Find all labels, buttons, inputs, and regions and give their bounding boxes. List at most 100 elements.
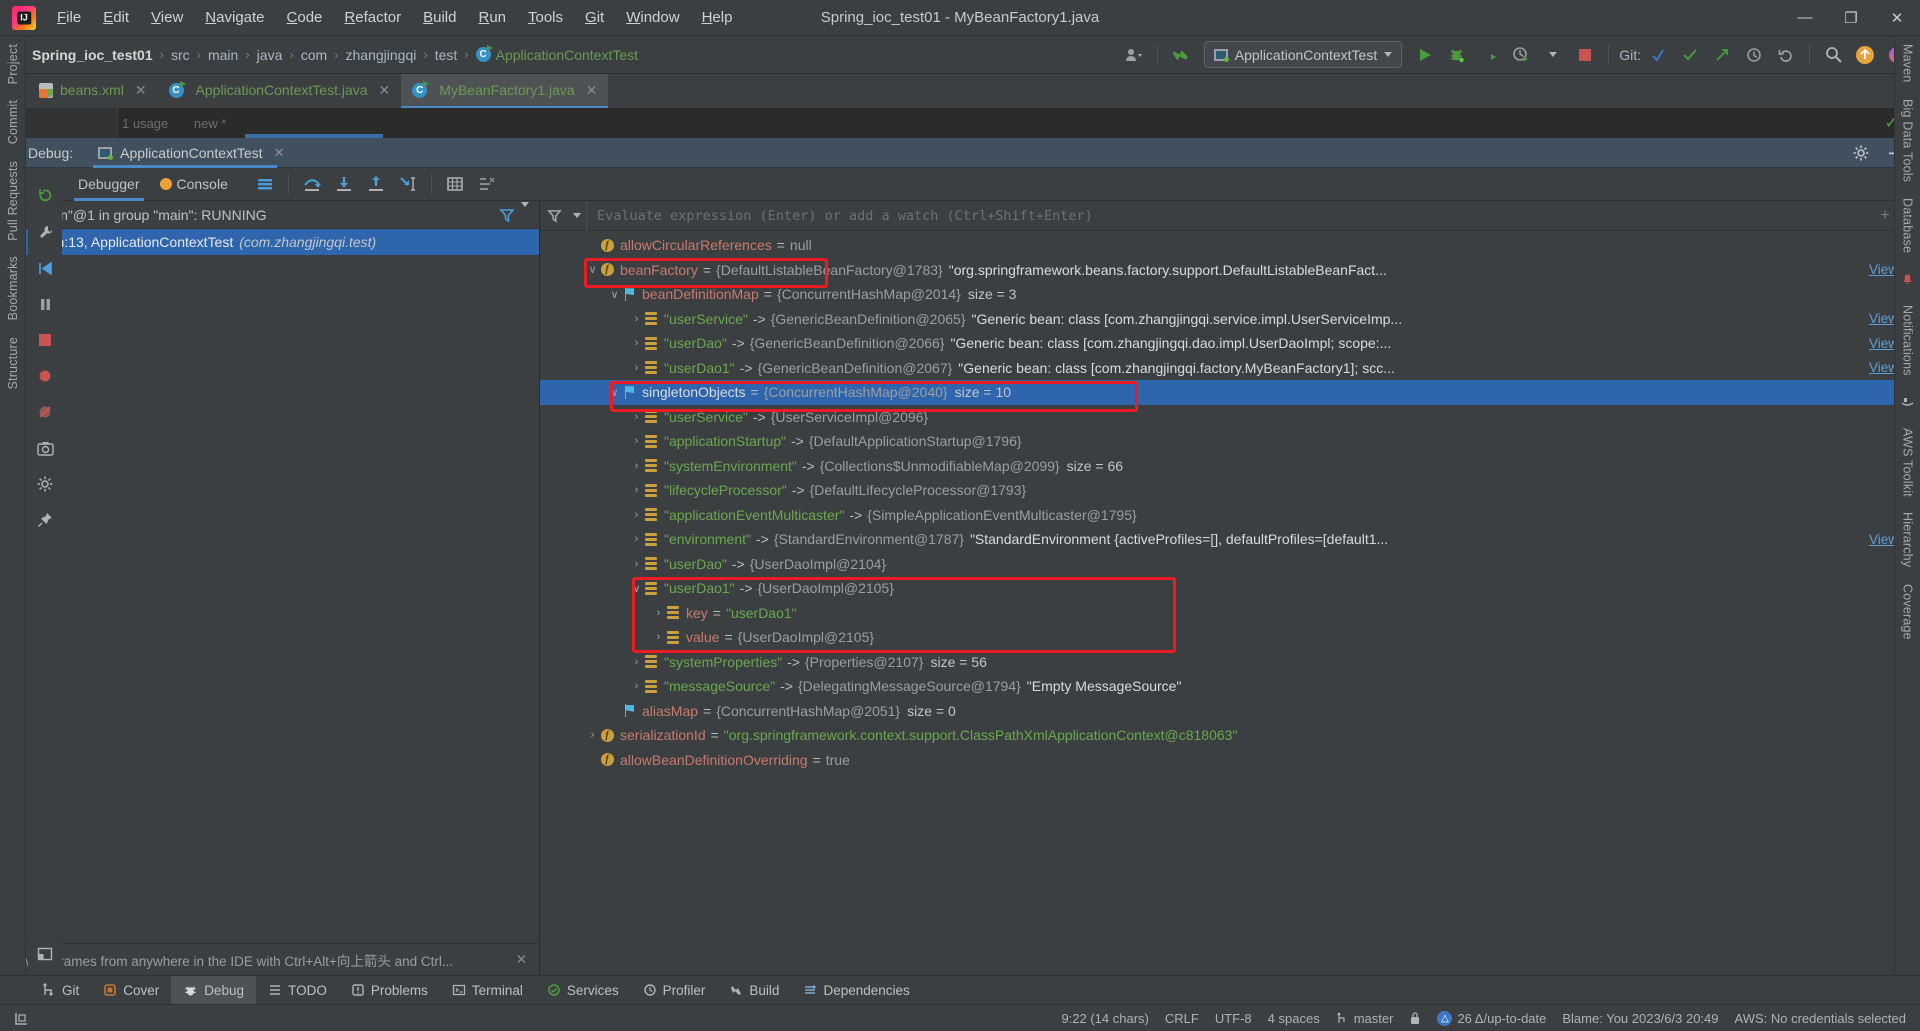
run-configuration-selector[interactable]: ApplicationContextTest xyxy=(1203,41,1403,68)
chevron-down-icon[interactable] xyxy=(521,201,529,223)
aws-icon[interactable] xyxy=(1897,391,1919,413)
sidebar-item-hierarchy[interactable]: Hierarchy xyxy=(1901,504,1915,575)
gear-icon[interactable] xyxy=(1846,139,1876,167)
profiler-button[interactable] xyxy=(1506,41,1536,69)
bottom-tab-debug[interactable]: Debug xyxy=(171,975,257,1005)
variable-row[interactable]: › "lifecycleProcessor" -> {DefaultLifecycle… xyxy=(540,478,1920,503)
tab-console[interactable]: Console xyxy=(150,168,238,201)
git-branch[interactable]: master xyxy=(1336,1011,1393,1026)
chevron-down-icon[interactable]: ∨ xyxy=(630,582,643,595)
chevron-right-icon[interactable]: › xyxy=(630,337,643,349)
updates-icon[interactable] xyxy=(1850,41,1880,69)
menu-help[interactable]: Help xyxy=(691,5,744,30)
sidebar-item-pull-requests[interactable]: Pull Requests xyxy=(6,153,20,249)
thread-selector[interactable]: ✔ "main"@1 in group "main": RUNNING xyxy=(0,201,539,229)
editor-tab-beans-xml[interactable]: beans.xml ✕ xyxy=(28,74,158,108)
chevron-down-icon[interactable] xyxy=(568,213,586,218)
sidebar-item-structure[interactable]: Structure xyxy=(6,329,20,398)
sidebar-item-coverage[interactable]: Coverage xyxy=(1901,576,1915,648)
stop-icon[interactable] xyxy=(34,329,56,351)
close-icon[interactable]: ✕ xyxy=(274,145,285,161)
evaluate-input[interactable]: Evaluate expression (Enter) or add a wat… xyxy=(586,200,1872,231)
minimize-button[interactable]: — xyxy=(1782,0,1828,36)
updates-status[interactable]: △ 26 Δ/up-to-date xyxy=(1437,1010,1546,1026)
breadcrumb-java[interactable]: java xyxy=(253,46,287,64)
debug-button[interactable] xyxy=(1442,41,1472,69)
rerun-icon[interactable] xyxy=(34,185,56,207)
tab-debugger[interactable]: Debugger xyxy=(68,168,150,201)
run-to-cursor-icon[interactable] xyxy=(393,170,423,198)
step-out-icon[interactable] xyxy=(361,170,391,198)
close-button[interactable]: ✕ xyxy=(1874,0,1920,36)
chevron-right-icon[interactable]: › xyxy=(630,558,643,570)
status-left-icon[interactable] xyxy=(14,1011,29,1026)
debug-session-tab[interactable]: ApplicationContextTest ✕ xyxy=(91,138,291,168)
menu-navigate[interactable]: Navigate xyxy=(194,5,275,30)
notifications-bell-icon[interactable] xyxy=(1897,268,1919,290)
sidebar-item-maven[interactable]: Maven xyxy=(1901,36,1915,91)
git-update-icon[interactable] xyxy=(1643,41,1673,69)
mute-breakpoints-icon[interactable] xyxy=(34,401,56,423)
menu-window[interactable]: Window xyxy=(615,5,690,30)
variable-row[interactable]: › f serializationId = "org.springframework.c… xyxy=(540,723,1920,748)
terminal-toggle-icon[interactable] xyxy=(34,943,56,965)
bottom-tab-problems[interactable]: Problems xyxy=(339,976,440,1005)
indent-setting[interactable]: 4 spaces xyxy=(1268,1011,1320,1026)
bottom-tab-build[interactable]: Build xyxy=(717,976,791,1005)
step-over-icon[interactable] xyxy=(297,170,327,198)
search-icon[interactable] xyxy=(1818,41,1848,69)
bottom-tab-cover[interactable]: Cover xyxy=(91,976,171,1005)
variable-row[interactable]: › "userService" -> {UserServiceImpl@2096} xyxy=(540,405,1920,430)
breadcrumb-com[interactable]: com xyxy=(297,46,331,64)
variable-row[interactable]: › "messageSource" -> {DelegatingMessageSour… xyxy=(540,674,1920,699)
sidebar-item-bookmarks[interactable]: Bookmarks xyxy=(6,248,20,328)
breadcrumb-test[interactable]: test xyxy=(431,46,462,64)
frames-icon[interactable] xyxy=(250,170,280,198)
bottom-tab-git[interactable]: Git xyxy=(30,976,91,1005)
chevron-right-icon[interactable]: › xyxy=(630,656,643,668)
breadcrumb-src[interactable]: src xyxy=(167,46,194,64)
wrench-icon[interactable] xyxy=(34,221,56,243)
git-commit-icon[interactable] xyxy=(1675,41,1705,69)
sidebar-item-project[interactable]: Project xyxy=(6,36,20,92)
bottom-tab-dependencies[interactable]: Dependencies xyxy=(791,976,921,1005)
bottom-tab-terminal[interactable]: Terminal xyxy=(440,976,535,1005)
close-icon[interactable]: ✕ xyxy=(379,82,391,99)
variable-row[interactable]: › key = "userDao1" xyxy=(540,601,1920,626)
chevron-right-icon[interactable]: › xyxy=(586,729,599,741)
evaluate-icon[interactable] xyxy=(440,170,470,198)
frame-list[interactable]: main:13, ApplicationContextTest (com.zha… xyxy=(0,229,539,943)
variable-row[interactable]: › "systemProperties" -> {Properties@2107} si… xyxy=(540,650,1920,675)
bottom-tab-profiler[interactable]: Profiler xyxy=(631,976,718,1005)
variable-row[interactable]: f allowBeanDefinitionOverriding = true xyxy=(540,748,1920,773)
maximize-button[interactable]: ❐ xyxy=(1828,0,1874,36)
user-avatar-icon[interactable] xyxy=(1119,41,1149,69)
editor-tab-mybeanfactory1[interactable]: C MyBeanFactory1.java ✕ xyxy=(401,74,609,108)
variables-tree[interactable]: f allowCircularReferences = null ∨ f beanFacto… xyxy=(540,231,1920,975)
chevron-right-icon[interactable]: › xyxy=(652,631,665,643)
variable-row[interactable]: ∨ "userDao1" -> {UserDaoImpl@2105} xyxy=(540,576,1920,601)
close-icon[interactable]: ✕ xyxy=(516,952,527,968)
caret-position[interactable]: 9:22 (14 chars) xyxy=(1061,1011,1148,1026)
frame-row[interactable]: main:13, ApplicationContextTest (com.zha… xyxy=(0,229,539,255)
sidebar-item-commit[interactable]: Commit xyxy=(6,92,20,152)
close-icon[interactable]: ✕ xyxy=(135,82,147,99)
sidebar-item-big-data-tools[interactable]: Big Data Tools xyxy=(1901,91,1915,190)
bottom-tab-services[interactable]: Services xyxy=(535,976,631,1005)
menu-refactor[interactable]: Refactor xyxy=(333,5,412,30)
chevron-down-icon[interactable]: ∨ xyxy=(608,288,621,301)
stop-button[interactable] xyxy=(1570,41,1600,69)
chevron-down-icon[interactable]: ∨ xyxy=(608,386,621,399)
bottom-tab-todo[interactable]: TODO xyxy=(256,976,339,1005)
menu-run[interactable]: Run xyxy=(467,5,517,30)
chevron-right-icon[interactable]: › xyxy=(630,484,643,496)
editor-tab-applicationcontexttest[interactable]: C ApplicationContextTest.java ✕ xyxy=(158,74,402,108)
chevron-right-icon[interactable]: › xyxy=(630,680,643,692)
step-into-icon[interactable] xyxy=(329,170,359,198)
git-rollback-icon[interactable] xyxy=(1771,41,1801,69)
variable-row[interactable]: › "userDao" -> {GenericBeanDefinition@2066}… xyxy=(540,331,1920,356)
aws-credentials[interactable]: AWS: No credentials selected xyxy=(1735,1011,1906,1026)
variable-row[interactable]: › "systemEnvironment" -> {Collections$Unmod… xyxy=(540,454,1920,479)
blame-info[interactable]: Blame: You 2023/6/3 20:49 xyxy=(1562,1011,1718,1026)
breadcrumb-file[interactable]: C ApplicationContextTest xyxy=(472,45,642,64)
